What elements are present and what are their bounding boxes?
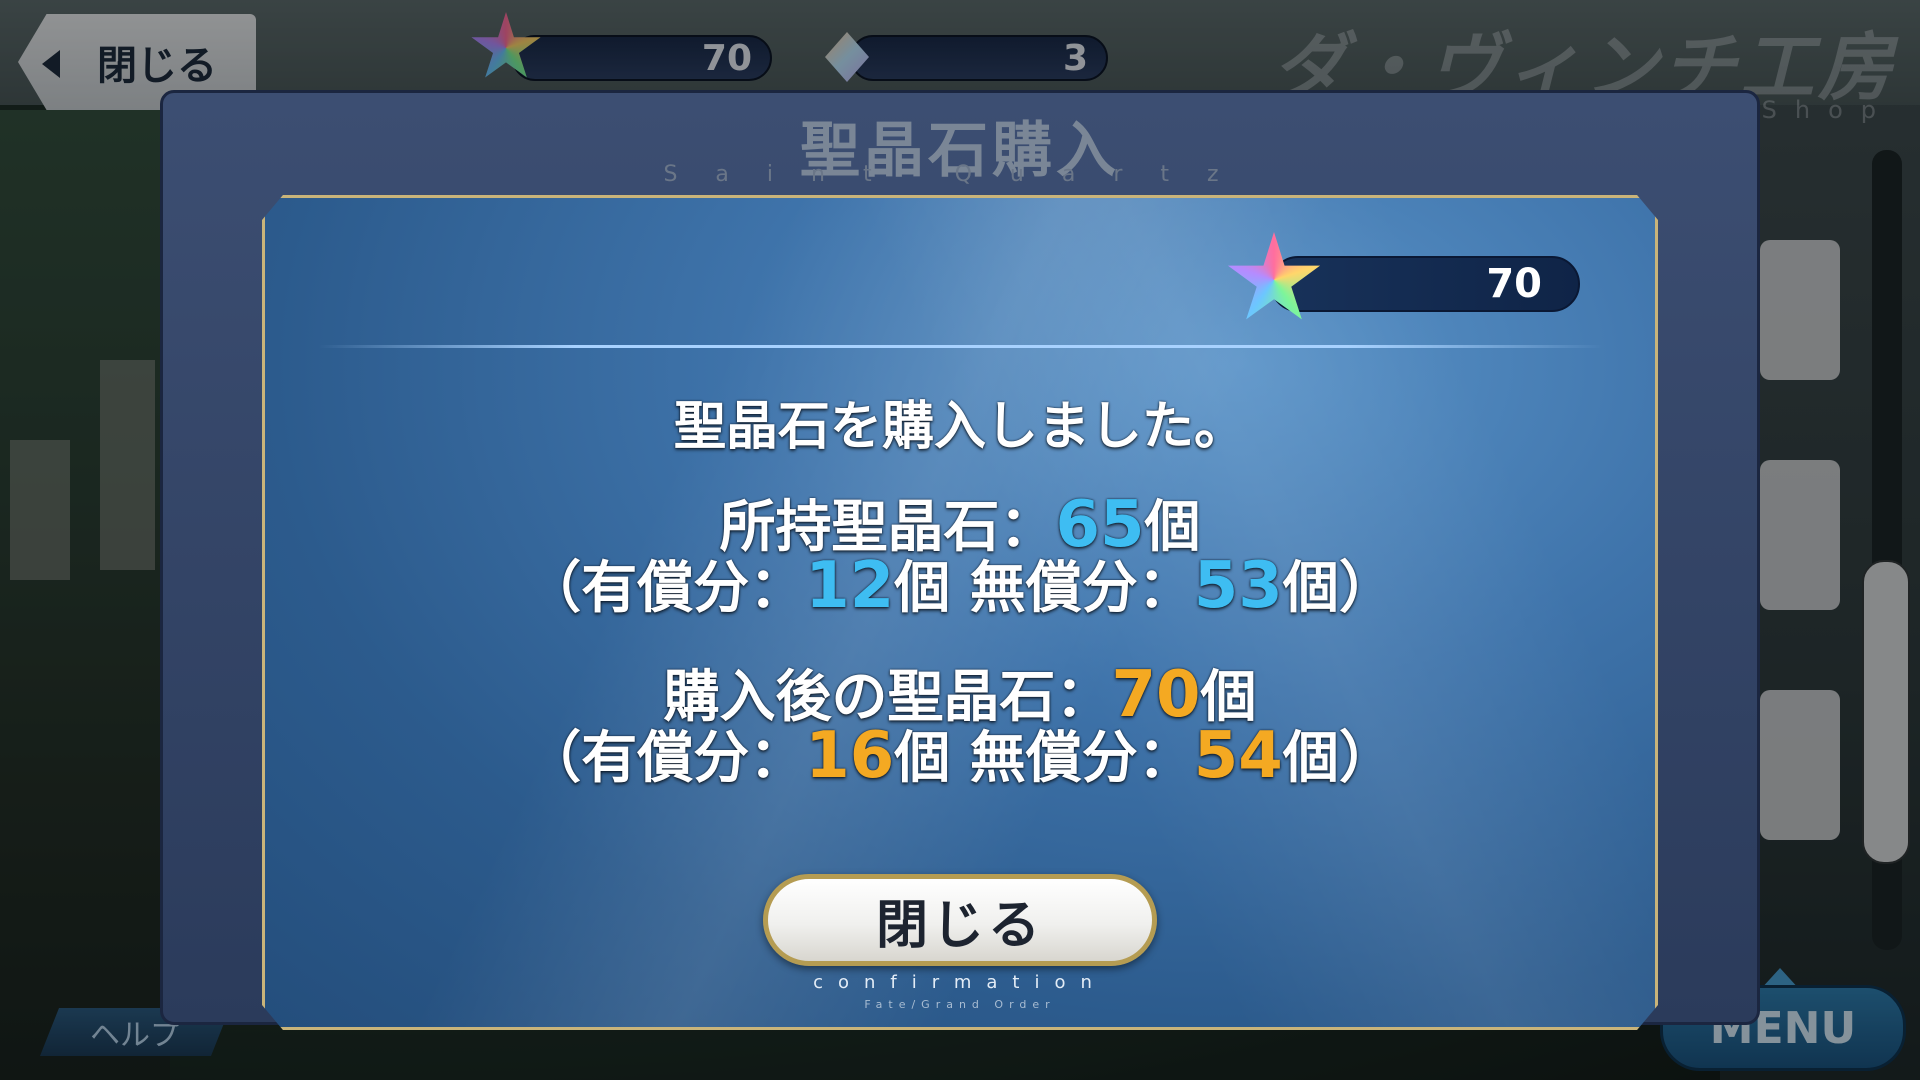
after-free-label: 個 無償分： bbox=[894, 726, 1194, 791]
owned-quartz-line: 所持聖晶石：65個 bbox=[262, 493, 1658, 560]
after-breakdown-line: （有償分：16個 無償分：54個） bbox=[262, 724, 1658, 791]
owned-total: 65 bbox=[1055, 488, 1145, 562]
purchase-complete-message: 聖晶石を購入しました。 bbox=[673, 397, 1246, 457]
after-purchase-block: 購入後の聖晶石：70個 （有償分：16個 無償分：54個） bbox=[262, 663, 1658, 791]
owned-paid-value: 12 bbox=[805, 549, 895, 623]
owned-close-paren: 個） bbox=[1282, 556, 1395, 621]
owned-free-value: 53 bbox=[1193, 549, 1283, 623]
dialog-quartz-value: 70 bbox=[1486, 261, 1542, 307]
after-quartz-line: 購入後の聖晶石：70個 bbox=[262, 663, 1658, 727]
after-paid-label: （有償分： bbox=[525, 726, 806, 791]
owned-paid-label: （有償分： bbox=[525, 556, 806, 621]
after-free-value: 54 bbox=[1193, 719, 1283, 793]
close-button[interactable]: 閉じる bbox=[763, 874, 1157, 966]
dialog-divider bbox=[318, 345, 1604, 348]
owned-quartz-block: 所持聖晶石：65個 （有償分：12個 無償分：53個） bbox=[262, 493, 1658, 621]
dialog-quartz-counter: 70 bbox=[1270, 256, 1580, 312]
after-paid-value: 16 bbox=[805, 719, 895, 793]
dialog-subtitle: Saint Quartz bbox=[663, 162, 1257, 187]
after-close-paren: 個） bbox=[1282, 726, 1395, 791]
brand-caption: Fate/Grand Order bbox=[864, 998, 1056, 1011]
owned-unit: 個 bbox=[1144, 495, 1201, 560]
after-total: 70 bbox=[1111, 658, 1201, 732]
confirmation-caption: confirmation bbox=[813, 972, 1107, 993]
owned-free-label: 個 無償分： bbox=[894, 556, 1194, 621]
owned-breakdown-line: （有償分：12個 無償分：53個） bbox=[262, 554, 1658, 621]
